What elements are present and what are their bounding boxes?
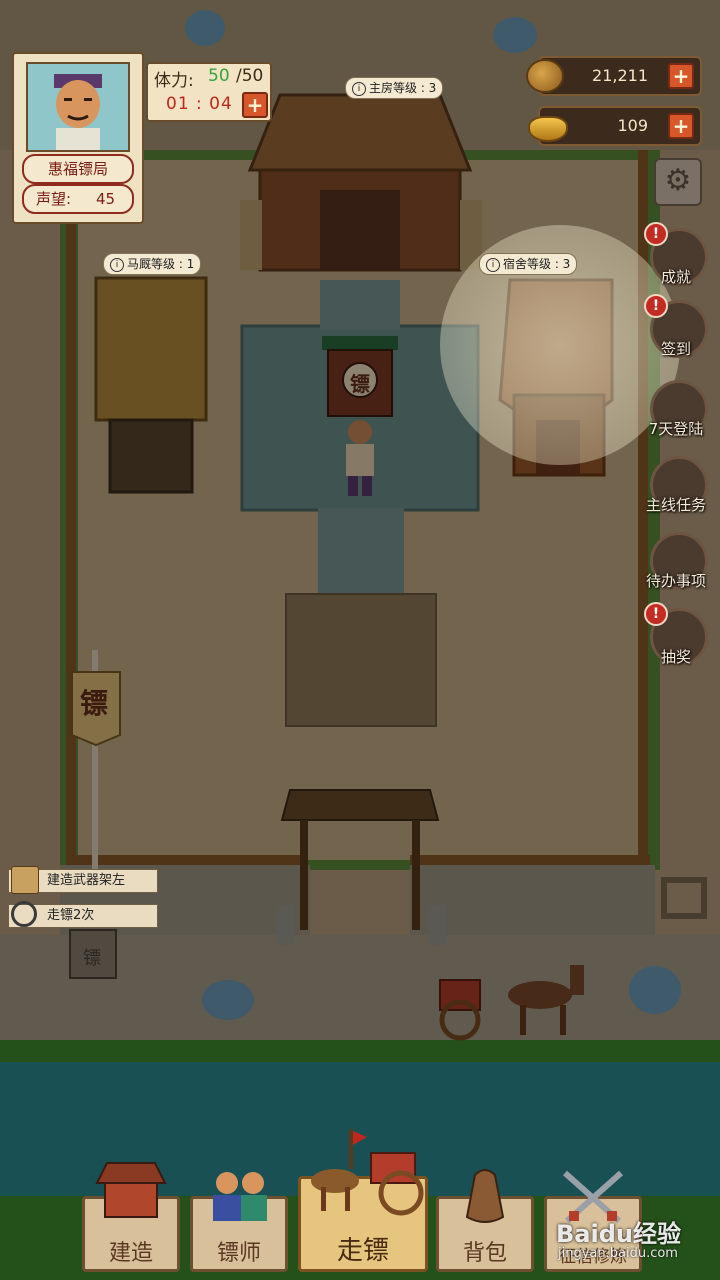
main-house-building[interactable]: [240, 95, 480, 275]
stamina-timer: 01 : 04: [166, 94, 233, 114]
baidu-watermark: Baidu经验 jingyan.baidu.com: [556, 1214, 706, 1270]
reputation-row: 声望: 45: [22, 184, 134, 214]
stable-level-text: 马厩等级 : 1: [127, 257, 195, 271]
escort-master-button[interactable]: 镖师: [190, 1172, 288, 1272]
info-icon: i: [110, 258, 124, 272]
dormitory-level-label[interactable]: i 宿舍等级 : 3: [479, 253, 578, 275]
add-ingots-button[interactable]: +: [668, 113, 694, 139]
escort-master-icon: [213, 1172, 267, 1221]
build-button[interactable]: 建造: [82, 1162, 180, 1272]
side-menu-label: 签到: [660, 340, 691, 358]
side-menu-label: 主线任务: [645, 496, 706, 514]
stamina-panel: 体力: 50 /50 01 : 04 +: [146, 62, 272, 122]
bag-icon: [465, 1169, 505, 1223]
alert-badge: !: [644, 222, 668, 246]
stable-building[interactable]: [92, 275, 210, 495]
ingot-counter: 109 +: [528, 106, 702, 146]
add-stamina-button[interactable]: +: [242, 92, 268, 118]
escort-sign-text: 镖: [350, 372, 370, 396]
escort-label: 走镖: [336, 1236, 389, 1266]
watermark-url: jingyan.baidu.com: [558, 1246, 678, 1261]
player-profile-card[interactable]: 惠福镖局 声望: 45: [12, 52, 144, 224]
gear-icon: ⚙: [664, 163, 692, 198]
bag-button[interactable]: 背包: [436, 1169, 534, 1272]
bag-label: 背包: [462, 1241, 507, 1266]
side-menu-checkin[interactable]: ! 签到: [644, 294, 708, 364]
reputation-label: 声望:: [36, 190, 72, 208]
gold-ingot-icon: [528, 116, 568, 142]
side-menu-label: 成就: [660, 268, 691, 286]
ingot-amount: 109: [617, 116, 648, 135]
whip-icon: [11, 901, 37, 927]
info-icon: i: [486, 258, 500, 272]
side-menu-label: 7天登陆: [648, 420, 704, 438]
reputation-value: 45: [96, 190, 116, 208]
task-label: 建造武器架左: [47, 873, 126, 888]
road-sign-text: 镖: [83, 948, 101, 969]
player-avatar: [26, 62, 130, 152]
side-menu-label: 抽奖: [660, 648, 691, 666]
coin-icon: [526, 59, 564, 93]
side-menu-todo[interactable]: 待办事项: [646, 532, 708, 596]
escort-master-label: 镖师: [216, 1241, 261, 1266]
main-house-level-text: 主房等级 : 3: [369, 81, 437, 95]
alert-badge: !: [644, 294, 668, 318]
task-item[interactable]: 走镖2次: [8, 901, 158, 928]
side-menu-lottery[interactable]: ! 抽奖: [644, 602, 708, 672]
side-menu-main-quest[interactable]: 主线任务: [646, 456, 708, 520]
scroll-icon: [11, 866, 39, 894]
add-coins-button[interactable]: +: [668, 63, 694, 89]
escort-cart-icon: [311, 1129, 424, 1216]
task-label: 走镖2次: [47, 908, 95, 923]
side-menu-achievement[interactable]: ! 成就: [644, 222, 708, 292]
avatar-icon: [54, 74, 102, 150]
dormitory-building[interactable]: [496, 275, 616, 495]
coin-counter: 21,211 +: [526, 56, 702, 96]
build-icon: [95, 1162, 167, 1218]
stamina-max: /50: [236, 66, 264, 86]
side-menu-seven-day-login[interactable]: 7天登陆: [646, 380, 708, 444]
task-item[interactable]: 建造武器架左: [8, 866, 158, 894]
build-label: 建造: [108, 1241, 153, 1266]
stamina-current: 50: [208, 66, 230, 86]
stable-level-label[interactable]: i 马厩等级 : 1: [103, 253, 202, 275]
alert-badge: !: [644, 602, 668, 626]
escort-button[interactable]: 走镖: [298, 1129, 428, 1272]
coin-amount: 21,211: [592, 66, 648, 85]
player-title: 惠福镖局: [22, 154, 134, 184]
settings-gear-button[interactable]: ⚙: [654, 158, 702, 206]
watermark-brand: Baidu经验: [556, 1220, 681, 1248]
stamina-label: 体力:: [154, 71, 194, 91]
escort-flag-text: 镖: [80, 687, 109, 720]
side-menu-label: 待办事项: [645, 572, 706, 590]
info-icon: i: [352, 82, 366, 96]
dormitory-level-text: 宿舍等级 : 3: [503, 257, 571, 271]
